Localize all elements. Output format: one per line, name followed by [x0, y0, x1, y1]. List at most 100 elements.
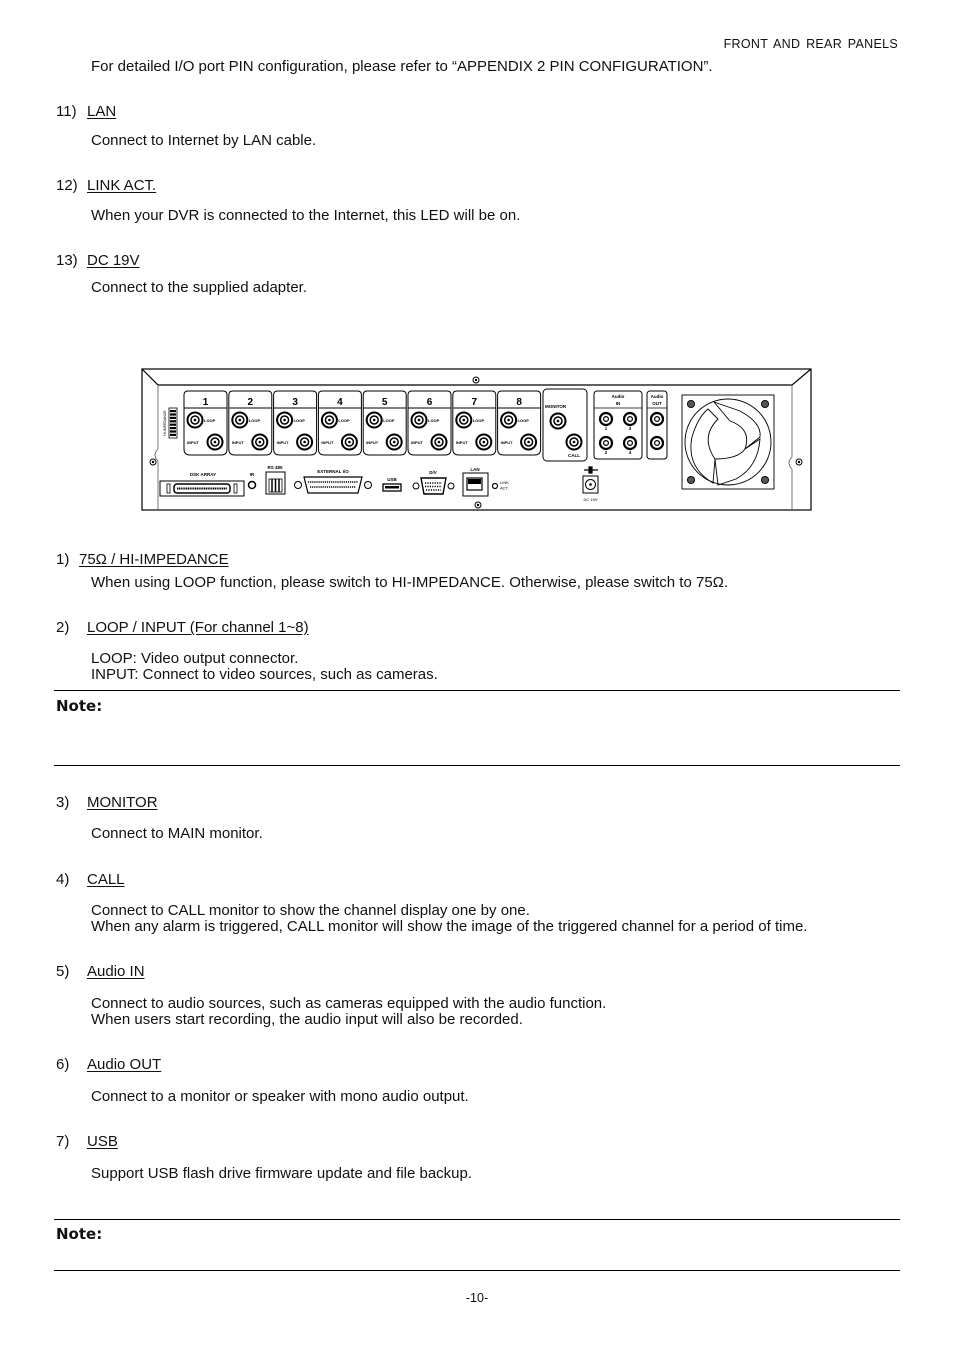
channel-number: 4	[337, 397, 343, 408]
input-connector-icon	[385, 433, 403, 451]
input-label: INPUT	[277, 440, 290, 445]
input-label: INPUT	[501, 440, 514, 445]
rear-panel-diagram: HI-IMPEDANCE 1 LOOP INPUT 2 LOOP INPUT 3 LOOP IN…	[141, 368, 812, 511]
audio-in-jack-icon	[598, 435, 614, 451]
item-title: Audio IN	[87, 963, 145, 980]
item-title: LINK ACT.	[87, 177, 157, 194]
loop-connector-icon	[455, 411, 473, 429]
fan-icon	[681, 394, 775, 490]
dip-switch-slot	[170, 430, 176, 433]
external-io-label: EXTERNAL I/O	[317, 469, 349, 474]
channel-number: 5	[382, 397, 388, 408]
disk-array-label: DSK ARRAY	[190, 472, 216, 477]
note-divider	[54, 765, 900, 766]
dv-vga-connector: D/V	[412, 470, 455, 495]
item-title: USB	[87, 1133, 118, 1150]
item-description: When users start recording, the audio in…	[91, 1011, 523, 1028]
lan-port: LAN	[462, 467, 489, 497]
page-number: -10-	[465, 1291, 489, 1305]
monitor-label: MONITOR	[545, 404, 567, 409]
screw-icon	[795, 458, 803, 466]
dc-19v-jack: DC 19V	[582, 466, 599, 502]
audio-out-jack-icon	[649, 411, 665, 427]
audio-in-label: Audio	[612, 394, 625, 399]
link-act-label: LINK	[500, 480, 509, 485]
channel-group: 2 LOOP INPUT	[228, 390, 273, 456]
loop-connector-icon	[231, 411, 249, 429]
note-divider	[54, 1270, 900, 1271]
impedance-switch: HI-IMPEDANCE	[163, 407, 178, 439]
item-number: 11)	[56, 103, 77, 120]
item-number: 2)	[56, 619, 70, 636]
channel-number: 6	[427, 397, 433, 408]
item-description: When your DVR is connected to the Intern…	[91, 207, 521, 224]
input-label: INPUT	[456, 440, 469, 445]
input-connector-icon	[520, 433, 538, 451]
channel-number: 1	[203, 397, 209, 408]
input-label: INPUT	[187, 440, 200, 445]
link-act-label-2: ACT.	[500, 486, 509, 491]
loop-label: LOOP	[204, 418, 216, 423]
loop-label: LOOP	[338, 418, 350, 423]
channel-number: 3	[292, 397, 298, 408]
item-title: LAN	[87, 103, 117, 120]
item-title: CALL	[87, 871, 125, 888]
audio-in-label-2: IN	[616, 401, 621, 406]
item-description: Connect to a monitor or speaker with mon…	[91, 1088, 469, 1105]
item-number: 1)	[56, 551, 70, 568]
dv-label: D/V	[429, 470, 437, 475]
item-number: 7)	[56, 1133, 70, 1150]
dip-switch-slot	[170, 427, 176, 430]
disk-array-connector: DSK ARRAY	[159, 472, 245, 497]
input-connector-icon	[251, 433, 269, 451]
monitor-connector-icon	[549, 412, 567, 430]
item-title: MONITOR	[87, 794, 158, 811]
note-label: Note:	[56, 697, 103, 715]
input-connector-icon	[296, 433, 314, 451]
note-divider	[54, 690, 900, 691]
item-title: Audio OUT	[87, 1056, 162, 1073]
loop-connector-icon	[410, 411, 428, 429]
impedance-label: HI-IMPEDANCE	[163, 410, 167, 436]
audio-out-jack-icon	[649, 435, 665, 451]
note-label: Note:	[56, 1225, 103, 1243]
channel-group: 3 LOOP INPUT	[273, 390, 318, 456]
loop-label: LOOP	[473, 418, 485, 423]
loop-label: LOOP	[518, 418, 530, 423]
monitor-call-group: MONITOR CALL	[542, 388, 588, 462]
channel-group: 8 LOOP INPUT	[497, 390, 542, 456]
item-description: Connect to the supplied adapter.	[91, 279, 307, 296]
channel-group: 6 LOOP INPUT	[407, 390, 452, 456]
dip-switch-slot	[170, 433, 176, 436]
item-number: 4)	[56, 871, 70, 888]
item-number: 13)	[56, 252, 78, 269]
call-label: CALL	[568, 453, 580, 458]
dip-switch-slot	[170, 416, 176, 419]
lan-label: LAN	[470, 467, 479, 472]
channel-group: 4 LOOP INPUT	[317, 390, 362, 456]
call-connector-icon	[565, 433, 583, 451]
item-number: 3)	[56, 794, 70, 811]
loop-connector-icon	[186, 411, 204, 429]
loop-label: LOOP	[249, 418, 261, 423]
dip-switch-slot	[170, 420, 176, 423]
channel-number: 7	[472, 397, 478, 408]
input-connector-icon	[430, 433, 448, 451]
item-description: Connect to CALL monitor to show the chan…	[91, 902, 530, 919]
item-title: DC 19V	[87, 252, 140, 269]
external-io-connector: EXTERNAL I/O	[294, 469, 372, 494]
item-description: When any alarm is triggered, CALL monito…	[91, 918, 808, 935]
item-title: LOOP / INPUT (For channel 1~8)	[87, 619, 309, 636]
item-description: Connect to MAIN monitor.	[91, 825, 263, 842]
link-act-led: LINK ACT.	[491, 480, 509, 491]
rs485-label: RS 485	[267, 465, 283, 470]
note-divider	[54, 1219, 900, 1220]
usb-label: USB	[387, 477, 397, 482]
rs485-port: RS 485	[265, 465, 286, 495]
input-connector-icon	[475, 433, 493, 451]
channel-group: 1 LOOP INPUT	[183, 390, 228, 456]
input-label: INPUT	[232, 440, 245, 445]
loop-connector-icon	[365, 411, 383, 429]
input-connector-icon	[206, 433, 224, 451]
loop-label: LOOP	[383, 418, 395, 423]
